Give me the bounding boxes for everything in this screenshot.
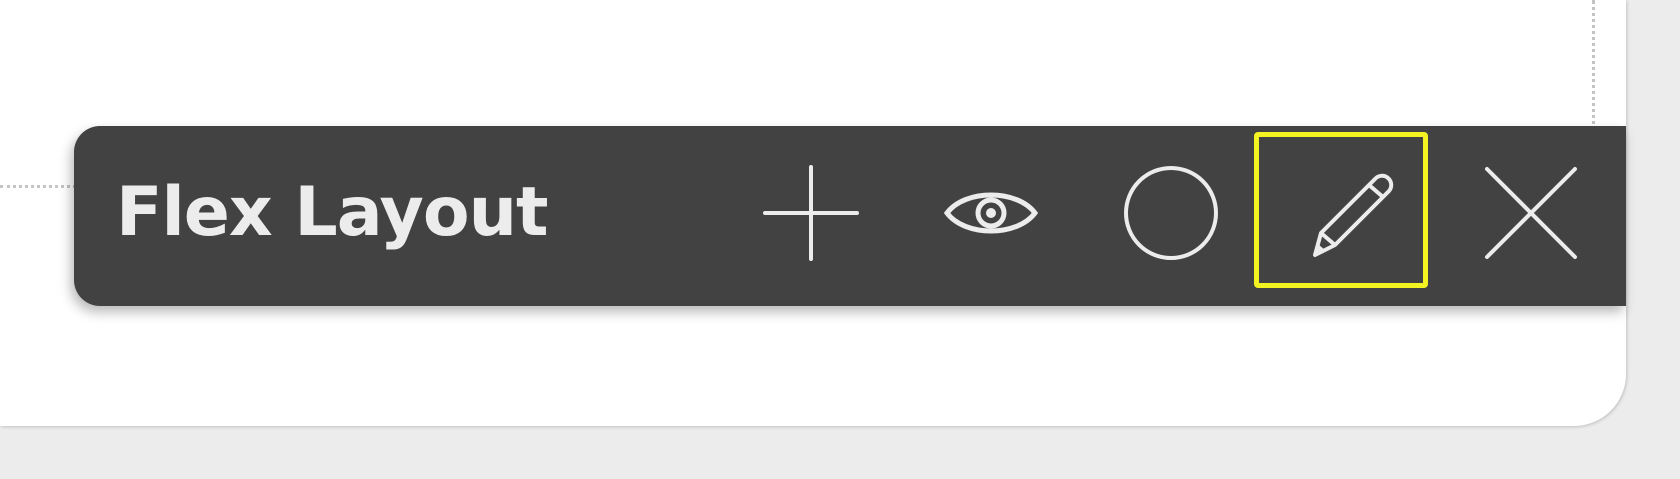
edit-button[interactable] <box>1296 158 1406 268</box>
circle-icon <box>1124 166 1218 260</box>
close-button[interactable] <box>1476 158 1586 268</box>
component-toolbar: Flex Layout <box>74 126 1626 306</box>
eye-icon <box>943 192 1039 234</box>
close-icon <box>1485 167 1577 259</box>
visibility-button[interactable] <box>936 158 1046 268</box>
component-title: Flex Layout <box>116 173 548 252</box>
add-button[interactable] <box>756 158 866 268</box>
pencil-icon <box>1313 173 1394 257</box>
plus-icon <box>763 165 859 261</box>
circle-button[interactable] <box>1116 158 1226 268</box>
